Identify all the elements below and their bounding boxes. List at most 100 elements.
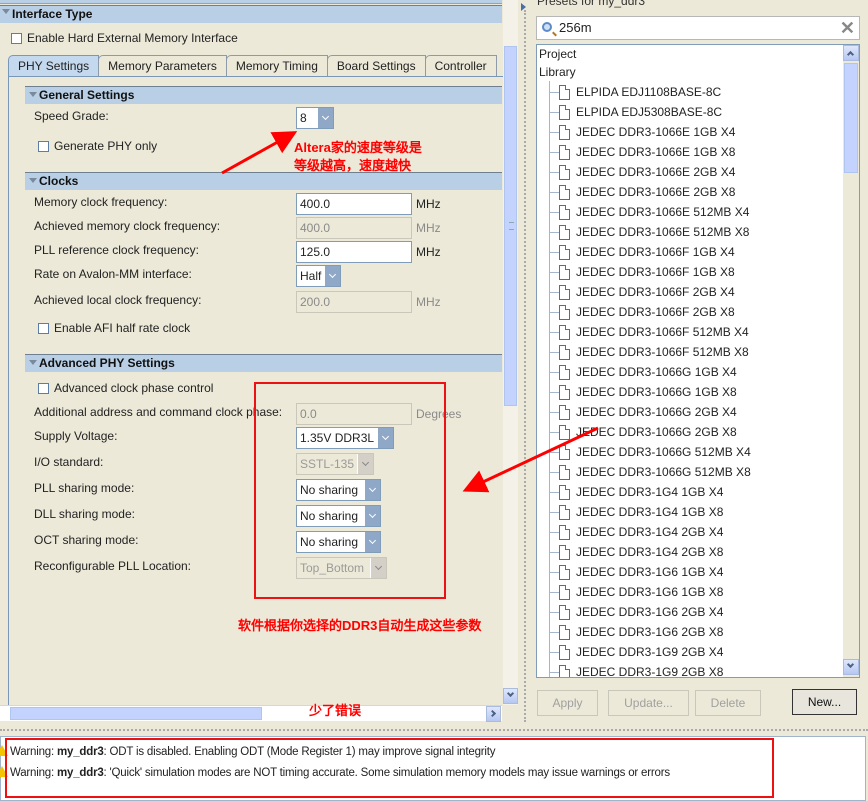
split-divider[interactable] xyxy=(520,0,530,724)
preset-list-item[interactable]: JEDEC DDR3-1066G 2GB X4 xyxy=(537,403,837,423)
preset-list-item[interactable]: JEDEC DDR3-1066G 512MB X4 xyxy=(537,443,837,463)
preset-list-item[interactable]: ELPIDA EDJ1108BASE-8C xyxy=(537,83,837,103)
tab-bar: PHY Settings Memory Parameters Memory Ti… xyxy=(8,55,497,77)
document-icon xyxy=(559,105,570,120)
collapse-triangle-icon xyxy=(29,360,37,365)
preset-name: JEDEC DDR3-1066F 2GB X4 xyxy=(576,285,735,299)
preset-name: ELPIDA EDJ5308BASE-8C xyxy=(576,105,723,119)
checkbox-box[interactable] xyxy=(11,32,22,44)
preset-list-item[interactable]: ELPIDA EDJ5308BASE-8C xyxy=(537,103,837,123)
checkbox-box[interactable] xyxy=(38,382,49,394)
mem-clk-input[interactable]: 400.0 xyxy=(296,193,412,215)
tab-memory-timing[interactable]: Memory Timing xyxy=(225,55,328,76)
preset-list-item[interactable]: JEDEC DDR3-1G4 1GB X8 xyxy=(537,503,837,523)
tree-connector xyxy=(549,152,559,153)
checkbox-box[interactable] xyxy=(38,322,49,334)
clear-search-icon[interactable]: ✕ xyxy=(840,18,855,38)
preset-list-item[interactable]: JEDEC DDR3-1G6 1GB X8 xyxy=(537,583,837,603)
preset-list-item[interactable]: JEDEC DDR3-1066F 1GB X4 xyxy=(537,243,837,263)
horizontal-scrollbar[interactable] xyxy=(0,705,502,722)
checkbox-box[interactable] xyxy=(38,140,49,152)
delete-button[interactable]: Delete xyxy=(695,690,761,716)
preset-name: JEDEC DDR3-1066G 512MB X8 xyxy=(576,465,751,479)
speed-grade-select[interactable]: 8 xyxy=(296,107,334,129)
preset-list-item[interactable]: JEDEC DDR3-1066E 512MB X4 xyxy=(537,203,837,223)
select-value: 8 xyxy=(300,111,307,125)
update-button[interactable]: Update... xyxy=(608,690,689,716)
preset-list-item[interactable]: JEDEC DDR3-1G6 2GB X8 xyxy=(537,623,837,643)
preset-list-item[interactable]: JEDEC DDR3-1G9 2GB X8 xyxy=(537,663,837,677)
new-preset-button[interactable]: New... xyxy=(792,689,857,715)
tree-connector xyxy=(549,352,559,353)
tree-scrollbar[interactable] xyxy=(843,45,859,677)
document-icon xyxy=(559,365,570,380)
preset-list-item[interactable]: JEDEC DDR3-1G6 1GB X4 xyxy=(537,563,837,583)
preset-list-item[interactable]: JEDEC DDR3-1G6 2GB X4 xyxy=(537,603,837,623)
preset-list-item[interactable]: JEDEC DDR3-1066G 1GB X8 xyxy=(537,383,837,403)
preset-name: JEDEC DDR3-1066E 2GB X8 xyxy=(576,185,736,199)
dropdown-arrow-icon[interactable] xyxy=(324,266,340,286)
tab-memory-parameters[interactable]: Memory Parameters xyxy=(98,55,227,76)
preset-list-item[interactable]: JEDEC DDR3-1066F 1GB X8 xyxy=(537,263,837,283)
enable-hard-emif-checkbox[interactable]: Enable Hard External Memory Interface xyxy=(11,31,238,45)
document-icon xyxy=(559,245,570,260)
document-icon xyxy=(559,125,570,140)
preset-list-item[interactable]: JEDEC DDR3-1G4 2GB X4 xyxy=(537,523,837,543)
dropdown-arrow-icon[interactable] xyxy=(317,108,333,128)
preset-list-item[interactable]: JEDEC DDR3-1066G 512MB X8 xyxy=(537,463,837,483)
preset-list-item[interactable]: JEDEC DDR3-1066E 512MB X8 xyxy=(537,223,837,243)
preset-list-item[interactable]: JEDEC DDR3-1066E 2GB X4 xyxy=(537,163,837,183)
tree-root-library[interactable]: Library xyxy=(539,65,576,79)
scroll-right-button[interactable] xyxy=(486,706,501,722)
horizontal-split-divider[interactable] xyxy=(0,724,868,736)
preset-list-item[interactable]: JEDEC DDR3-1066G 2GB X8 xyxy=(537,423,837,443)
afi-half-rate-checkbox[interactable]: Enable AFI half rate clock xyxy=(38,321,190,335)
preset-list-item[interactable]: JEDEC DDR3-1066F 2GB X4 xyxy=(537,283,837,303)
tree-connector xyxy=(549,472,559,473)
preset-name: JEDEC DDR3-1G4 2GB X4 xyxy=(576,525,724,539)
divider-grip xyxy=(524,10,526,722)
avalon-rate-select[interactable]: Half xyxy=(296,265,341,287)
apply-button[interactable]: Apply xyxy=(537,690,598,716)
section-interface-type[interactable]: Interface Type xyxy=(0,5,502,23)
preset-list-item[interactable]: JEDEC DDR3-1066E 2GB X8 xyxy=(537,183,837,203)
section-title: Clocks xyxy=(39,174,79,188)
tree-scroll-up-button[interactable] xyxy=(843,45,859,61)
preset-list-item[interactable]: JEDEC DDR3-1066E 1GB X8 xyxy=(537,143,837,163)
adv-clock-phase-checkbox[interactable]: Advanced clock phase control xyxy=(38,381,213,395)
addr-cmd-phase-label: Additional address and command clock pha… xyxy=(34,405,283,419)
preset-list-item[interactable]: JEDEC DDR3-1G9 2GB X4 xyxy=(537,643,837,663)
preset-list-item[interactable]: JEDEC DDR3-1066F 512MB X8 xyxy=(537,343,837,363)
achieved-local-clk-unit: MHz xyxy=(416,295,441,309)
tree-connector xyxy=(549,592,559,593)
vertical-scrollbar[interactable] xyxy=(503,0,518,705)
generate-phy-only-checkbox[interactable]: Generate PHY only xyxy=(38,139,157,153)
tab-controller[interactable]: Controller xyxy=(424,55,497,76)
pll-ref-clk-unit: MHz xyxy=(416,245,441,259)
scrollbar-thumb[interactable] xyxy=(844,63,858,173)
select-value: Half xyxy=(300,269,322,283)
preset-list-item[interactable]: JEDEC DDR3-1066E 1GB X4 xyxy=(537,123,837,143)
preset-list-item[interactable]: JEDEC DDR3-1G4 2GB X8 xyxy=(537,543,837,563)
pll-ref-clk-input[interactable]: 125.0 xyxy=(296,241,412,263)
tree-connector xyxy=(549,412,559,413)
preset-list-item[interactable]: JEDEC DDR3-1066F 512MB X4 xyxy=(537,323,837,343)
chevron-up-icon xyxy=(846,50,855,59)
preset-list-item[interactable]: JEDEC DDR3-1066F 2GB X8 xyxy=(537,303,837,323)
scrollbar-thumb[interactable] xyxy=(10,707,262,720)
section-advanced-phy-settings[interactable]: Advanced PHY Settings xyxy=(25,354,502,372)
tree-root-project[interactable]: Project xyxy=(539,47,576,61)
scroll-down-button[interactable] xyxy=(503,688,518,704)
section-general-settings[interactable]: General Settings xyxy=(25,86,502,104)
tab-phy-settings[interactable]: PHY Settings xyxy=(8,55,100,77)
scrollbar-thumb[interactable] xyxy=(504,46,517,406)
tree-scroll-down-button[interactable] xyxy=(843,659,859,675)
preset-list-item[interactable]: JEDEC DDR3-1G4 1GB X4 xyxy=(537,483,837,503)
preset-name: JEDEC DDR3-1066F 512MB X4 xyxy=(576,325,749,339)
tab-board-settings[interactable]: Board Settings xyxy=(326,55,426,76)
section-clocks[interactable]: Clocks xyxy=(25,172,502,190)
annotation-speed-grade-line2: 等级越高，速度越快 xyxy=(294,158,412,173)
preset-list-item[interactable]: JEDEC DDR3-1066G 1GB X4 xyxy=(537,363,837,383)
document-icon xyxy=(559,85,570,100)
preset-search-input[interactable]: 256m ✕ xyxy=(536,16,860,40)
